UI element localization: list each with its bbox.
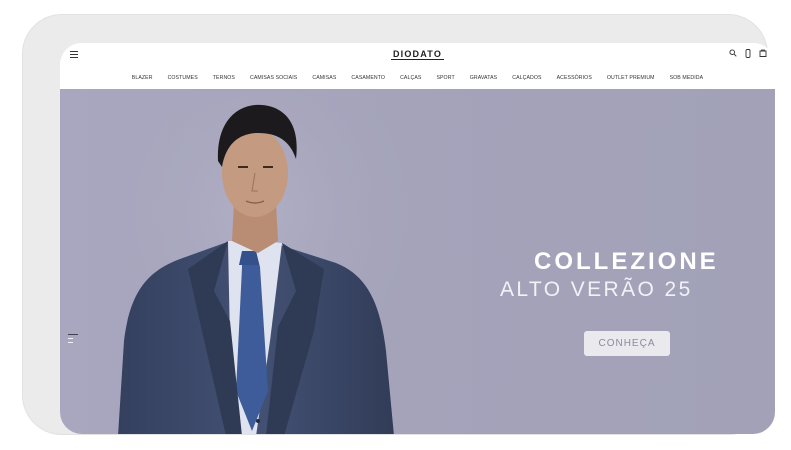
nav-item-calcados[interactable]: CALÇADOS [505, 73, 549, 83]
account-icon[interactable] [744, 48, 752, 58]
hero-text-block: COLLEZIONE ALTO VERÃO 25 [500, 249, 775, 305]
site-header: DIODATO BLAZER COSTUMES TERNOS CAMISAS S… [60, 43, 775, 89]
header-icons [729, 48, 767, 58]
logo-text: DIODATO [390, 49, 445, 60]
browser-screen: DIODATO BLAZER COSTUMES TERNOS CAMISAS S… [60, 43, 775, 434]
hero-subtitle: ALTO VERÃO 25 [500, 278, 693, 301]
hero-title: COLLEZIONE [534, 248, 719, 275]
slider-indicator[interactable] [68, 334, 78, 346]
nav-item-outlet-premium[interactable]: OUTLET PREMIUM [599, 73, 662, 83]
nav-item-calcas[interactable]: CALÇAS [393, 73, 429, 83]
nav-item-costumes[interactable]: COSTUMES [160, 73, 205, 83]
site-logo[interactable]: DIODATO [60, 49, 775, 60]
device-frame: DIODATO BLAZER COSTUMES TERNOS CAMISAS S… [22, 14, 775, 435]
nav-item-casamento[interactable]: CASAMENTO [344, 73, 393, 83]
hero-model-image [118, 91, 423, 434]
nav-item-camisas[interactable]: CAMISAS [305, 73, 344, 83]
bag-icon[interactable] [759, 48, 767, 58]
nav-item-sob-medida[interactable]: SOB MEDIDA [662, 73, 711, 83]
nav-item-gravatas[interactable]: GRAVATAS [462, 73, 505, 83]
conheca-button[interactable]: CONHEÇA [584, 331, 670, 356]
main-navigation: BLAZER COSTUMES TERNOS CAMISAS SOCIAIS C… [60, 73, 775, 83]
nav-item-ternos[interactable]: TERNOS [205, 73, 242, 83]
search-icon[interactable] [729, 48, 737, 58]
nav-item-acessorios[interactable]: ACESSÓRIOS [549, 73, 599, 83]
nav-item-blazer[interactable]: BLAZER [124, 73, 160, 83]
nav-item-sport[interactable]: SPORT [429, 73, 462, 83]
nav-item-camisas-sociais[interactable]: CAMISAS SOCIAIS [243, 73, 305, 83]
hero-banner: COLLEZIONE ALTO VERÃO 25 CONHEÇA [60, 89, 775, 434]
